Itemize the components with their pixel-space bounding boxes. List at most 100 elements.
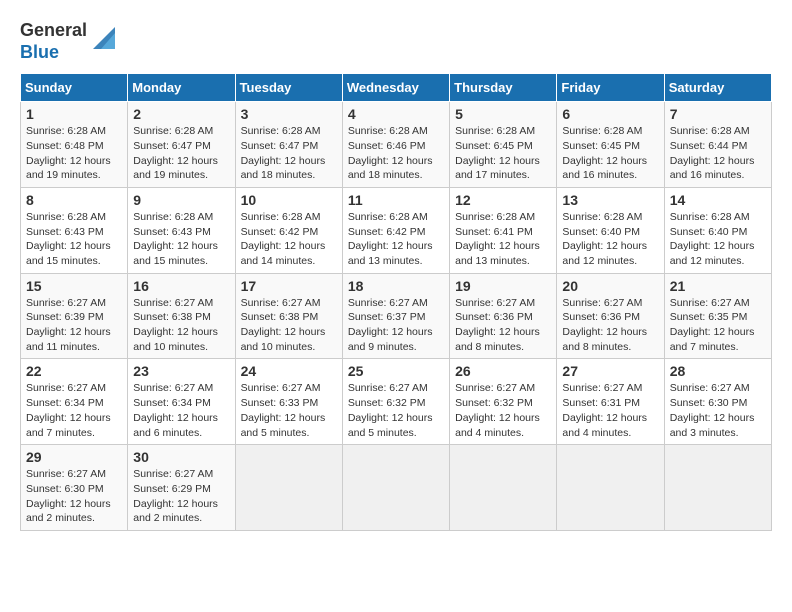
calendar-cell: 13 Sunrise: 6:28 AMSunset: 6:40 PMDaylig… bbox=[557, 187, 664, 273]
day-number: 26 bbox=[455, 363, 551, 379]
calendar-cell bbox=[450, 445, 557, 531]
day-info: Sunrise: 6:27 AMSunset: 6:29 PMDaylight:… bbox=[133, 467, 229, 526]
day-number: 6 bbox=[562, 106, 658, 122]
day-info: Sunrise: 6:27 AMSunset: 6:36 PMDaylight:… bbox=[562, 296, 658, 355]
day-number: 2 bbox=[133, 106, 229, 122]
page-header: General Blue bbox=[20, 20, 772, 63]
calendar-cell: 18 Sunrise: 6:27 AMSunset: 6:37 PMDaylig… bbox=[342, 273, 449, 359]
calendar-cell: 6 Sunrise: 6:28 AMSunset: 6:45 PMDayligh… bbox=[557, 102, 664, 188]
calendar-week-0: 1 Sunrise: 6:28 AMSunset: 6:48 PMDayligh… bbox=[21, 102, 772, 188]
day-number: 15 bbox=[26, 278, 122, 294]
day-info: Sunrise: 6:28 AMSunset: 6:40 PMDaylight:… bbox=[562, 210, 658, 269]
day-number: 12 bbox=[455, 192, 551, 208]
weekday-header-monday: Monday bbox=[128, 74, 235, 102]
calendar-cell: 26 Sunrise: 6:27 AMSunset: 6:32 PMDaylig… bbox=[450, 359, 557, 445]
calendar-cell bbox=[235, 445, 342, 531]
logo-text: General Blue bbox=[20, 20, 87, 63]
logo: General Blue bbox=[20, 20, 115, 63]
calendar-cell: 9 Sunrise: 6:28 AMSunset: 6:43 PMDayligh… bbox=[128, 187, 235, 273]
calendar-cell: 10 Sunrise: 6:28 AMSunset: 6:42 PMDaylig… bbox=[235, 187, 342, 273]
day-info: Sunrise: 6:27 AMSunset: 6:34 PMDaylight:… bbox=[26, 381, 122, 440]
day-number: 22 bbox=[26, 363, 122, 379]
day-info: Sunrise: 6:27 AMSunset: 6:32 PMDaylight:… bbox=[455, 381, 551, 440]
day-number: 24 bbox=[241, 363, 337, 379]
day-info: Sunrise: 6:27 AMSunset: 6:38 PMDaylight:… bbox=[241, 296, 337, 355]
calendar-cell: 12 Sunrise: 6:28 AMSunset: 6:41 PMDaylig… bbox=[450, 187, 557, 273]
calendar-cell: 20 Sunrise: 6:27 AMSunset: 6:36 PMDaylig… bbox=[557, 273, 664, 359]
calendar-cell: 4 Sunrise: 6:28 AMSunset: 6:46 PMDayligh… bbox=[342, 102, 449, 188]
day-info: Sunrise: 6:28 AMSunset: 6:41 PMDaylight:… bbox=[455, 210, 551, 269]
day-number: 28 bbox=[670, 363, 766, 379]
day-number: 13 bbox=[562, 192, 658, 208]
calendar-cell bbox=[557, 445, 664, 531]
calendar-cell: 11 Sunrise: 6:28 AMSunset: 6:42 PMDaylig… bbox=[342, 187, 449, 273]
day-info: Sunrise: 6:28 AMSunset: 6:47 PMDaylight:… bbox=[133, 124, 229, 183]
day-number: 30 bbox=[133, 449, 229, 465]
day-number: 11 bbox=[348, 192, 444, 208]
day-info: Sunrise: 6:27 AMSunset: 6:39 PMDaylight:… bbox=[26, 296, 122, 355]
calendar-cell: 14 Sunrise: 6:28 AMSunset: 6:40 PMDaylig… bbox=[664, 187, 771, 273]
calendar-cell: 22 Sunrise: 6:27 AMSunset: 6:34 PMDaylig… bbox=[21, 359, 128, 445]
day-info: Sunrise: 6:27 AMSunset: 6:32 PMDaylight:… bbox=[348, 381, 444, 440]
calendar-cell: 21 Sunrise: 6:27 AMSunset: 6:35 PMDaylig… bbox=[664, 273, 771, 359]
calendar-cell: 5 Sunrise: 6:28 AMSunset: 6:45 PMDayligh… bbox=[450, 102, 557, 188]
day-info: Sunrise: 6:28 AMSunset: 6:47 PMDaylight:… bbox=[241, 124, 337, 183]
calendar-cell: 30 Sunrise: 6:27 AMSunset: 6:29 PMDaylig… bbox=[128, 445, 235, 531]
calendar-cell: 1 Sunrise: 6:28 AMSunset: 6:48 PMDayligh… bbox=[21, 102, 128, 188]
day-number: 18 bbox=[348, 278, 444, 294]
day-info: Sunrise: 6:28 AMSunset: 6:45 PMDaylight:… bbox=[455, 124, 551, 183]
calendar-cell bbox=[342, 445, 449, 531]
calendar-cell: 3 Sunrise: 6:28 AMSunset: 6:47 PMDayligh… bbox=[235, 102, 342, 188]
day-info: Sunrise: 6:27 AMSunset: 6:37 PMDaylight:… bbox=[348, 296, 444, 355]
calendar-week-2: 15 Sunrise: 6:27 AMSunset: 6:39 PMDaylig… bbox=[21, 273, 772, 359]
calendar-cell: 27 Sunrise: 6:27 AMSunset: 6:31 PMDaylig… bbox=[557, 359, 664, 445]
day-number: 25 bbox=[348, 363, 444, 379]
weekday-header-friday: Friday bbox=[557, 74, 664, 102]
calendar-week-1: 8 Sunrise: 6:28 AMSunset: 6:43 PMDayligh… bbox=[21, 187, 772, 273]
day-number: 4 bbox=[348, 106, 444, 122]
weekday-header-thursday: Thursday bbox=[450, 74, 557, 102]
day-number: 20 bbox=[562, 278, 658, 294]
calendar-cell: 15 Sunrise: 6:27 AMSunset: 6:39 PMDaylig… bbox=[21, 273, 128, 359]
weekday-header-saturday: Saturday bbox=[664, 74, 771, 102]
day-number: 23 bbox=[133, 363, 229, 379]
day-number: 29 bbox=[26, 449, 122, 465]
day-info: Sunrise: 6:27 AMSunset: 6:35 PMDaylight:… bbox=[670, 296, 766, 355]
calendar-cell: 23 Sunrise: 6:27 AMSunset: 6:34 PMDaylig… bbox=[128, 359, 235, 445]
calendar-week-3: 22 Sunrise: 6:27 AMSunset: 6:34 PMDaylig… bbox=[21, 359, 772, 445]
day-info: Sunrise: 6:28 AMSunset: 6:43 PMDaylight:… bbox=[26, 210, 122, 269]
calendar-cell: 25 Sunrise: 6:27 AMSunset: 6:32 PMDaylig… bbox=[342, 359, 449, 445]
day-number: 17 bbox=[241, 278, 337, 294]
day-info: Sunrise: 6:27 AMSunset: 6:30 PMDaylight:… bbox=[26, 467, 122, 526]
day-number: 19 bbox=[455, 278, 551, 294]
day-info: Sunrise: 6:27 AMSunset: 6:33 PMDaylight:… bbox=[241, 381, 337, 440]
calendar-cell: 8 Sunrise: 6:28 AMSunset: 6:43 PMDayligh… bbox=[21, 187, 128, 273]
day-number: 21 bbox=[670, 278, 766, 294]
calendar-cell: 19 Sunrise: 6:27 AMSunset: 6:36 PMDaylig… bbox=[450, 273, 557, 359]
day-info: Sunrise: 6:28 AMSunset: 6:42 PMDaylight:… bbox=[348, 210, 444, 269]
day-info: Sunrise: 6:28 AMSunset: 6:44 PMDaylight:… bbox=[670, 124, 766, 183]
calendar-cell: 2 Sunrise: 6:28 AMSunset: 6:47 PMDayligh… bbox=[128, 102, 235, 188]
calendar-cell bbox=[664, 445, 771, 531]
day-number: 5 bbox=[455, 106, 551, 122]
day-info: Sunrise: 6:28 AMSunset: 6:48 PMDaylight:… bbox=[26, 124, 122, 183]
day-info: Sunrise: 6:28 AMSunset: 6:45 PMDaylight:… bbox=[562, 124, 658, 183]
day-info: Sunrise: 6:27 AMSunset: 6:30 PMDaylight:… bbox=[670, 381, 766, 440]
calendar-cell: 29 Sunrise: 6:27 AMSunset: 6:30 PMDaylig… bbox=[21, 445, 128, 531]
day-number: 3 bbox=[241, 106, 337, 122]
day-info: Sunrise: 6:27 AMSunset: 6:36 PMDaylight:… bbox=[455, 296, 551, 355]
calendar-table: SundayMondayTuesdayWednesdayThursdayFrid… bbox=[20, 73, 772, 531]
calendar-cell: 17 Sunrise: 6:27 AMSunset: 6:38 PMDaylig… bbox=[235, 273, 342, 359]
weekday-header-sunday: Sunday bbox=[21, 74, 128, 102]
weekday-header-tuesday: Tuesday bbox=[235, 74, 342, 102]
calendar-week-4: 29 Sunrise: 6:27 AMSunset: 6:30 PMDaylig… bbox=[21, 445, 772, 531]
calendar-cell: 7 Sunrise: 6:28 AMSunset: 6:44 PMDayligh… bbox=[664, 102, 771, 188]
day-number: 14 bbox=[670, 192, 766, 208]
day-info: Sunrise: 6:27 AMSunset: 6:31 PMDaylight:… bbox=[562, 381, 658, 440]
day-number: 9 bbox=[133, 192, 229, 208]
day-info: Sunrise: 6:28 AMSunset: 6:40 PMDaylight:… bbox=[670, 210, 766, 269]
logo-icon bbox=[93, 27, 115, 49]
day-number: 1 bbox=[26, 106, 122, 122]
day-number: 16 bbox=[133, 278, 229, 294]
day-info: Sunrise: 6:28 AMSunset: 6:46 PMDaylight:… bbox=[348, 124, 444, 183]
